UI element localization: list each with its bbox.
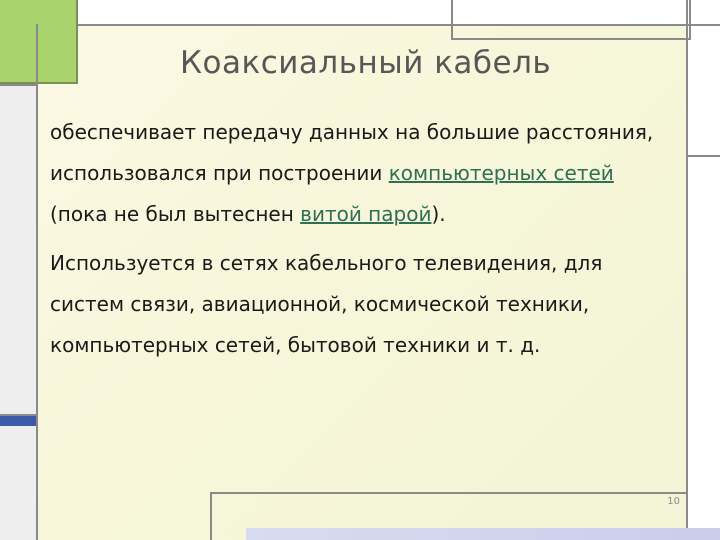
green-accent-square (0, 0, 78, 84)
top-right-frame-box (451, 0, 691, 40)
blue-accent-strip (0, 416, 36, 426)
left-frame-line (36, 24, 38, 540)
right-frame-line (686, 0, 688, 540)
slide-number: 10 (667, 496, 680, 507)
link-twisted-pair[interactable]: витой парой (300, 202, 431, 226)
right-frame-divider (686, 155, 720, 157)
paragraph-text: (пока не был вытеснен (50, 202, 301, 226)
left-frame-divider-top (0, 84, 36, 86)
paragraph-usage: Используется в сетях кабельного телевиде… (50, 251, 603, 357)
paragraph-description: обеспечивает передачу данных на большие … (50, 112, 670, 235)
slide-title: Коаксиальный кабель (180, 45, 552, 81)
link-computer-networks[interactable]: компьютерных сетей (389, 161, 614, 185)
paragraph-text: ). (431, 202, 446, 226)
slide-body: обеспечивает передачу данных на большие … (50, 112, 670, 366)
bottom-frame-box (210, 492, 688, 540)
left-sidebar-block (0, 84, 36, 540)
